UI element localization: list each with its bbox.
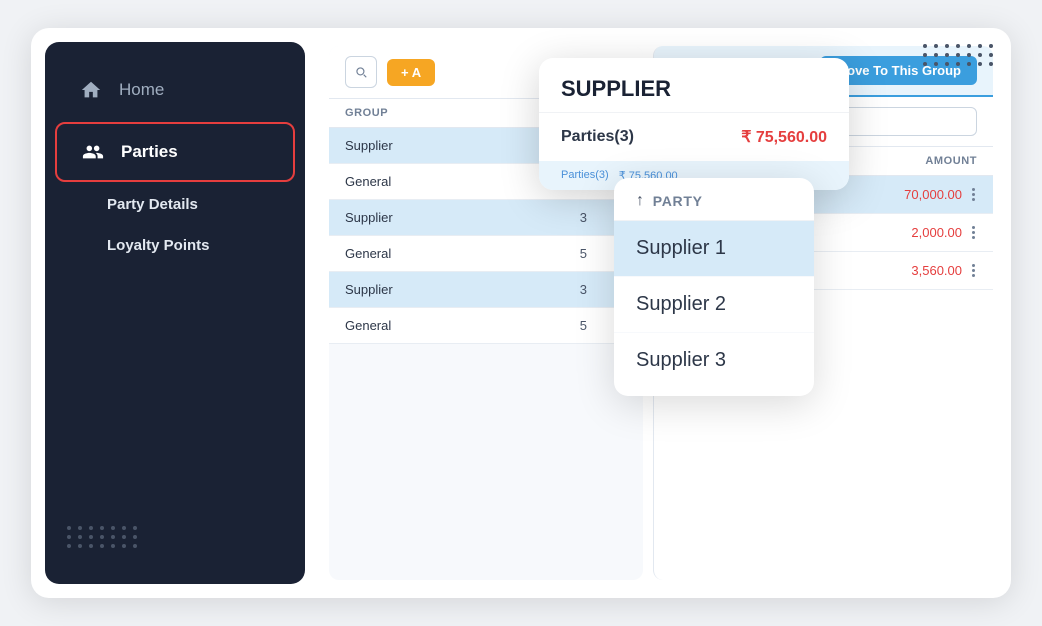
sidebar-home-label: Home xyxy=(119,80,164,100)
dropdown-header: ↑ PARTY xyxy=(614,178,814,221)
party-details-label: Party Details xyxy=(107,196,198,213)
amount-value: 2,000.00 xyxy=(911,225,962,240)
home-icon xyxy=(77,76,105,104)
stat-amount: ₹ 75,560.00 xyxy=(741,127,827,147)
add-button[interactable]: + A xyxy=(387,59,435,86)
top-right-dots xyxy=(923,44,995,66)
float-card-stats: Parties(3) ₹ 75,560.00 xyxy=(539,113,849,161)
row-menu-button[interactable] xyxy=(970,262,977,279)
dropdown-item-supplier3[interactable]: Supplier 3 xyxy=(614,333,814,388)
table-row: Supplier 3 xyxy=(329,272,643,308)
sidebar-item-home[interactable]: Home xyxy=(55,62,295,118)
loyalty-points-label: Loyalty Points xyxy=(107,237,210,254)
dropdown-item-supplier1[interactable]: Supplier 1 xyxy=(614,221,814,277)
sidebar-decoration-dots xyxy=(45,508,305,566)
sidebar-item-loyalty-points[interactable]: Loyalty Points xyxy=(45,225,305,266)
search-button[interactable] xyxy=(345,56,377,88)
up-arrow-icon: ↑ xyxy=(636,192,645,210)
sidebar-item-party-details[interactable]: Party Details xyxy=(45,184,305,225)
float-card-header: SUPPLIER xyxy=(539,58,849,113)
table-row: General 5 xyxy=(329,236,643,272)
amount-col-header: AMOUNT xyxy=(925,155,977,167)
table-row: General 5 xyxy=(329,308,643,344)
amount-value: 70,000.00 xyxy=(904,187,962,202)
row-menu-button[interactable] xyxy=(970,224,977,241)
sidebar-parties-label: Parties xyxy=(121,142,178,162)
main-content: + A GROUP PARTY Supplier 3 General 5 Sup… xyxy=(319,28,1011,598)
supplier-float-card: SUPPLIER Parties(3) ₹ 75,560.00 Parties(… xyxy=(539,58,849,190)
parties-icon xyxy=(79,138,107,166)
stat-parties: Parties(3) xyxy=(561,128,634,146)
sub-breadcrumb-parties: Parties(3) xyxy=(561,169,609,182)
sidebar: Home Parties Party Details Loyalty Point… xyxy=(45,42,305,584)
sidebar-item-parties[interactable]: Parties xyxy=(55,122,295,182)
app-container: Home Parties Party Details Loyalty Point… xyxy=(31,28,1011,598)
table-row: Supplier 3 xyxy=(329,200,643,236)
dropdown-item-supplier2[interactable]: Supplier 2 xyxy=(614,277,814,333)
dropdown-header-label: PARTY xyxy=(653,193,703,209)
amount-value: 3,560.00 xyxy=(911,263,962,278)
row-menu-button[interactable] xyxy=(970,186,977,203)
party-dropdown-card: ↑ PARTY Supplier 1 Supplier 2 Supplier 3 xyxy=(614,178,814,396)
float-card-title: SUPPLIER xyxy=(561,76,827,102)
col-header-group: GROUP xyxy=(345,107,505,119)
